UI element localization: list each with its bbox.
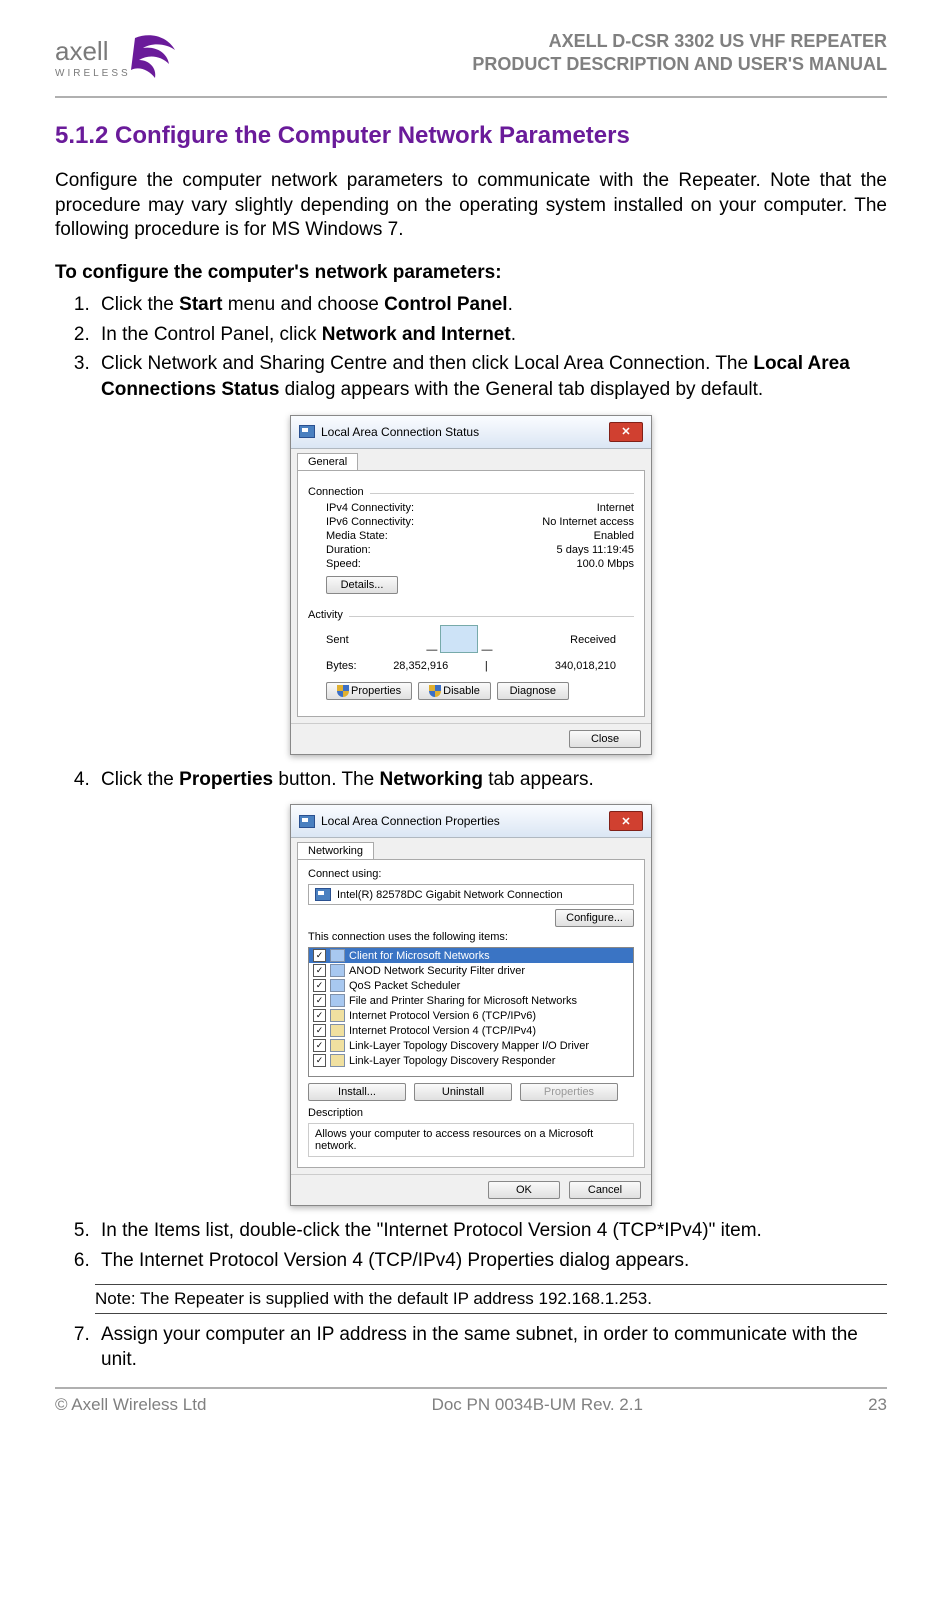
general-tab[interactable]: General	[297, 453, 358, 470]
items-listbox[interactable]: ✓Client for Microsoft Networks ✓ANOD Net…	[308, 947, 634, 1077]
networking-tab[interactable]: Networking	[297, 842, 374, 859]
properties-dialog: Local Area Connection Properties ✕ Netwo…	[290, 804, 652, 1206]
disable-button[interactable]: Disable	[418, 682, 491, 700]
description-label: Description	[308, 1107, 634, 1119]
monitors-icon	[440, 625, 478, 653]
list-item[interactable]: ✓Link-Layer Topology Discovery Responder	[309, 1053, 633, 1068]
activity-group-label: Activity	[308, 609, 349, 621]
list-item[interactable]: ✓Client for Microsoft Networks	[309, 948, 633, 963]
description-text: Allows your computer to access resources…	[308, 1123, 634, 1157]
page-header: axell WIRELESS AXELL D-CSR 3302 US VHF R…	[55, 30, 887, 86]
connection-group-label: Connection	[308, 486, 370, 498]
doc-title-line1: AXELL D-CSR 3302 US VHF REPEATER	[472, 30, 887, 53]
page-footer: © Axell Wireless Ltd Doc PN 0034B-UM Rev…	[55, 1387, 887, 1415]
swirl-icon	[131, 35, 175, 78]
step-7: Assign your computer an IP address in th…	[95, 1322, 887, 1373]
status-dialog-titlebar: Local Area Connection Status ✕	[291, 416, 651, 449]
close-dialog-button[interactable]: Close	[569, 730, 641, 748]
procedure-list-cont: Click the Properties button. The Network…	[55, 767, 887, 793]
step-1: Click the Start menu and choose Control …	[95, 292, 887, 318]
kv-row: Duration:5 days 11:19:45	[326, 544, 634, 556]
step-5: In the Items list, double-click the "Int…	[95, 1218, 887, 1244]
note-block: Note: The Repeater is supplied with the …	[95, 1284, 887, 1314]
list-item[interactable]: ✓File and Printer Sharing for Microsoft …	[309, 993, 633, 1008]
brand-text-top: axell	[55, 36, 108, 66]
service-icon	[330, 979, 345, 992]
network-icon	[299, 815, 315, 828]
client-icon	[330, 949, 345, 962]
checkbox-icon[interactable]: ✓	[313, 1009, 326, 1022]
bytes-row: Bytes: 28,352,916 | 340,018,210	[326, 660, 616, 672]
procedure-list-cont2: In the Items list, double-click the "Int…	[55, 1218, 887, 1273]
brand-text-bottom: WIRELESS	[55, 68, 131, 79]
procedure-list: Click the Start menu and choose Control …	[55, 292, 887, 403]
properties-dialog-title: Local Area Connection Properties	[321, 814, 500, 828]
shield-icon	[337, 685, 349, 697]
checkbox-icon[interactable]: ✓	[313, 964, 326, 977]
properties-button[interactable]: Properties	[326, 682, 412, 700]
connect-using-label: Connect using:	[308, 868, 634, 880]
list-item[interactable]: ✓Link-Layer Topology Discovery Mapper I/…	[309, 1038, 633, 1053]
protocol-icon	[330, 1039, 345, 1052]
protocol-icon	[330, 1024, 345, 1037]
details-button[interactable]: Details...	[326, 576, 398, 594]
step-3: Click Network and Sharing Centre and the…	[95, 351, 887, 402]
network-icon	[299, 425, 315, 438]
checkbox-icon[interactable]: ✓	[313, 1024, 326, 1037]
protocol-icon	[330, 1009, 345, 1022]
close-button[interactable]: ✕	[609, 811, 643, 831]
checkbox-icon[interactable]: ✓	[313, 949, 326, 962]
doc-title-line2: PRODUCT DESCRIPTION AND USER'S MANUAL	[472, 53, 887, 76]
procedure-subhead: To configure the computer's network para…	[55, 262, 887, 284]
activity-row: Sent — — Received	[326, 625, 616, 656]
kv-row: IPv4 Connectivity:Internet	[326, 502, 634, 514]
doc-title: AXELL D-CSR 3302 US VHF REPEATER PRODUCT…	[472, 30, 887, 77]
item-properties-button[interactable]: Properties	[520, 1083, 618, 1101]
cancel-button[interactable]: Cancel	[569, 1181, 641, 1199]
status-dialog: Local Area Connection Status ✕ General C…	[290, 415, 652, 755]
items-label: This connection uses the following items…	[308, 931, 634, 943]
uninstall-button[interactable]: Uninstall	[414, 1083, 512, 1101]
kv-row: IPv6 Connectivity:No Internet access	[326, 516, 634, 528]
header-rule	[55, 96, 887, 98]
adapter-icon	[315, 888, 331, 901]
shield-icon	[429, 685, 441, 697]
kv-row: Media State:Enabled	[326, 530, 634, 542]
status-dialog-title: Local Area Connection Status	[321, 425, 479, 439]
checkbox-icon[interactable]: ✓	[313, 994, 326, 1007]
checkbox-icon[interactable]: ✓	[313, 1039, 326, 1052]
diagnose-button[interactable]: Diagnose	[497, 682, 569, 700]
protocol-icon	[330, 1054, 345, 1067]
list-item[interactable]: ✓QoS Packet Scheduler	[309, 978, 633, 993]
intro-paragraph: Configure the computer network parameter…	[55, 169, 887, 243]
properties-dialog-titlebar: Local Area Connection Properties ✕	[291, 805, 651, 838]
footer-center: Doc PN 0034B-UM Rev. 2.1	[432, 1395, 643, 1415]
configure-button[interactable]: Configure...	[555, 909, 634, 927]
step-6: The Internet Protocol Version 4 (TCP/IPv…	[95, 1248, 887, 1274]
nic-field: Intel(R) 82578DC Gigabit Network Connect…	[308, 884, 634, 905]
checkbox-icon[interactable]: ✓	[313, 979, 326, 992]
footer-page-number: 23	[868, 1395, 887, 1415]
ok-button[interactable]: OK	[488, 1181, 560, 1199]
step-2: In the Control Panel, click Network and …	[95, 322, 887, 348]
footer-left: © Axell Wireless Ltd	[55, 1395, 206, 1415]
step-4: Click the Properties button. The Network…	[95, 767, 887, 793]
procedure-list-cont3: Assign your computer an IP address in th…	[55, 1322, 887, 1373]
list-item[interactable]: ✓Internet Protocol Version 6 (TCP/IPv6)	[309, 1008, 633, 1023]
service-icon	[330, 964, 345, 977]
list-item[interactable]: ✓ANOD Network Security Filter driver	[309, 963, 633, 978]
close-button[interactable]: ✕	[609, 422, 643, 442]
section-heading: 5.1.2 Configure the Computer Network Par…	[55, 122, 887, 150]
checkbox-icon[interactable]: ✓	[313, 1054, 326, 1067]
install-button[interactable]: Install...	[308, 1083, 406, 1101]
brand-logo: axell WIRELESS	[55, 30, 185, 86]
service-icon	[330, 994, 345, 1007]
kv-row: Speed:100.0 Mbps	[326, 558, 634, 570]
list-item[interactable]: ✓Internet Protocol Version 4 (TCP/IPv4)	[309, 1023, 633, 1038]
